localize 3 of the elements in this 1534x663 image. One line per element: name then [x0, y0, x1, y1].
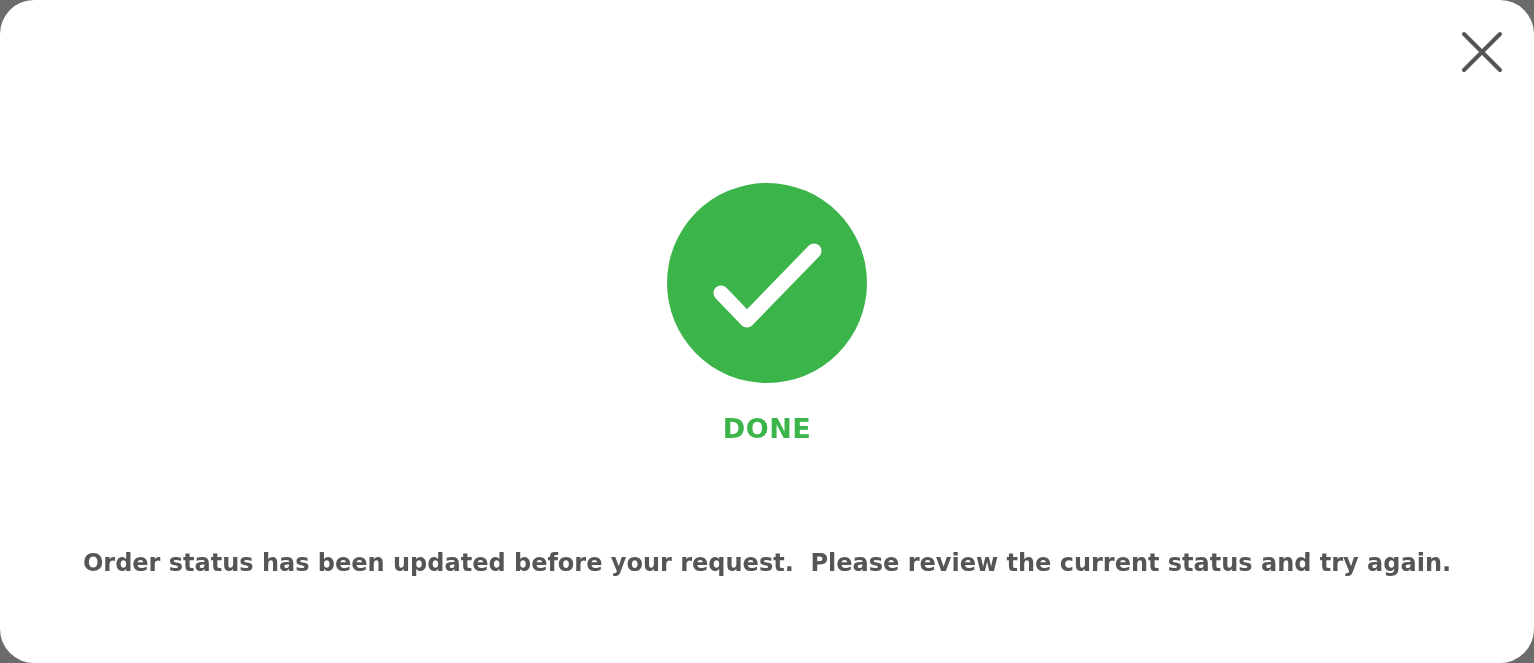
status-message: Order status has been updated before your request. Please review the current status and try again.	[82, 549, 1452, 577]
close-icon[interactable]	[1460, 30, 1504, 74]
status-title: DONE	[722, 413, 812, 444]
